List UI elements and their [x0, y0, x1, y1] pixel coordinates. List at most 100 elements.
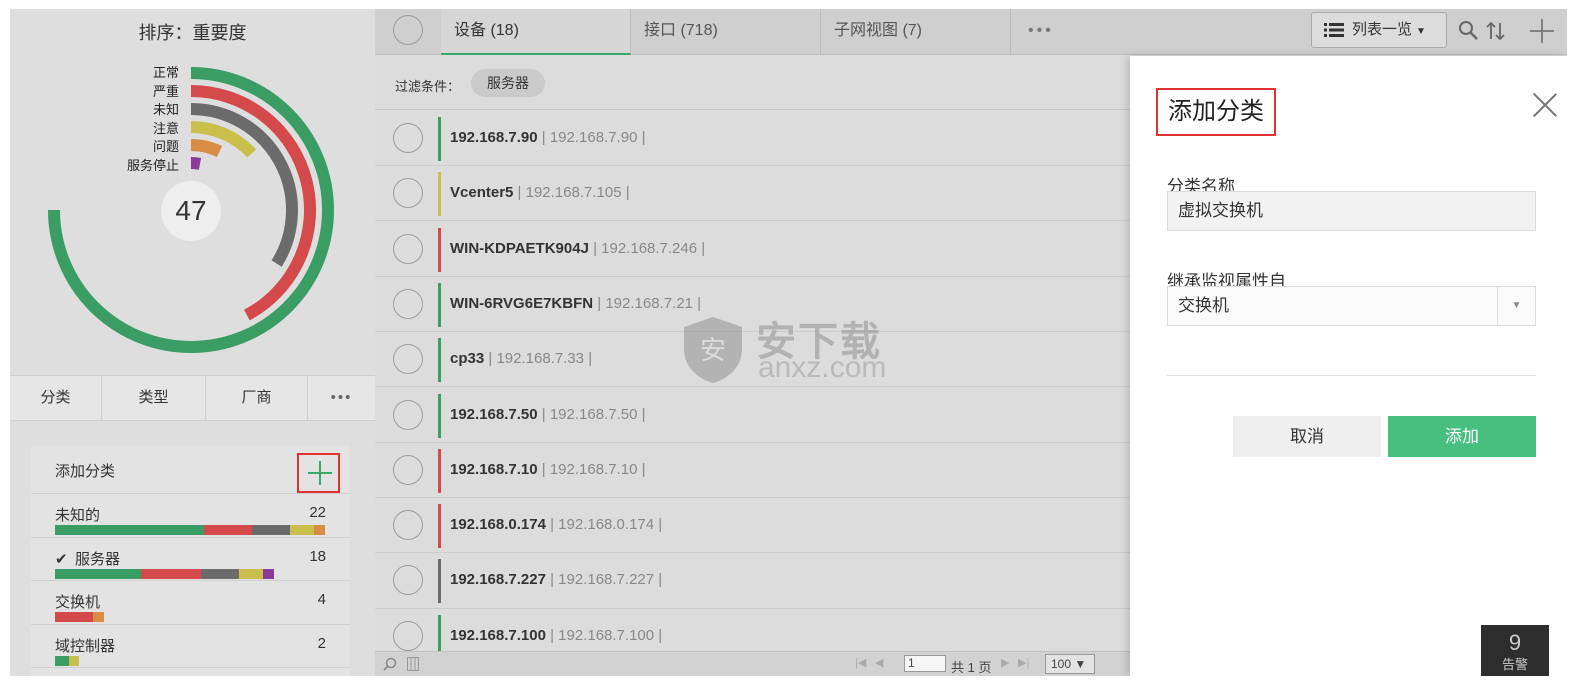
- device-label[interactable]: Vcenter5 | 192.168.7.105 |: [450, 184, 630, 201]
- tab-subnet-view[interactable]: 子网视图 (7): [821, 9, 1011, 55]
- device-ip: 192.168.0.174: [558, 516, 655, 534]
- legend-label: 正常: [152, 65, 179, 80]
- inherit-select[interactable]: 交换机 ▼: [1167, 286, 1536, 326]
- device-label[interactable]: 192.168.0.174 | 192.168.0.174 |: [450, 516, 662, 533]
- inherit-select-value: 交换机: [1178, 296, 1229, 315]
- device-name: WIN-KDPAETK904J: [450, 239, 589, 257]
- row-checkbox[interactable]: [393, 233, 423, 264]
- separator: |: [593, 294, 606, 312]
- divider: [1167, 375, 1536, 376]
- category-name-text: 未知的: [55, 507, 101, 524]
- status-bar-segment: [55, 525, 204, 535]
- category-row[interactable]: ✔ 服务器 18: [31, 538, 350, 581]
- row-checkbox[interactable]: [393, 123, 423, 153]
- status-bar-segment: [141, 568, 201, 579]
- device-name: 192.168.7.50: [450, 405, 538, 423]
- separator: |: [637, 405, 646, 423]
- status-bar: [55, 655, 80, 666]
- status-bar-segment: [238, 568, 263, 579]
- tab-type[interactable]: 类型: [102, 376, 206, 420]
- add-button[interactable]: 添加: [1388, 416, 1536, 457]
- status-indicator: [438, 338, 441, 383]
- left-tabs: 分类 类型 厂商 •••: [10, 375, 375, 421]
- device-label[interactable]: 192.168.7.50 | 192.168.7.50 |: [450, 406, 646, 423]
- category-name-input[interactable]: 虚拟交换机: [1167, 191, 1536, 231]
- device-ip: 192.168.7.10: [549, 460, 638, 478]
- row-checkbox[interactable]: [393, 565, 423, 596]
- search-icon[interactable]: [1458, 20, 1480, 42]
- row-checkbox[interactable]: [393, 620, 423, 651]
- select-all-checkbox[interactable]: [393, 15, 423, 45]
- device-ip: 192.168.7.246: [601, 239, 698, 257]
- row-checkbox[interactable]: [393, 399, 423, 430]
- device-ip: 192.168.7.90: [549, 129, 638, 146]
- view-mode-dropdown[interactable]: 列表一览 ▼: [1311, 12, 1447, 48]
- category-count: 4: [317, 591, 326, 608]
- separator: |: [637, 460, 646, 478]
- page-size-select[interactable]: 100 ▼: [1045, 654, 1095, 674]
- device-label[interactable]: 192.168.7.227 | 192.168.7.227 |: [450, 571, 662, 588]
- separator: |: [545, 626, 559, 644]
- last-page-icon[interactable]: ▶|: [1018, 656, 1029, 669]
- device-ip: 192.168.7.50: [549, 405, 638, 423]
- chevron-down-icon: ▼: [1497, 287, 1535, 325]
- separator: |: [545, 516, 559, 534]
- check-icon: ✔: [55, 550, 68, 568]
- filter-chip[interactable]: 服务器: [471, 69, 545, 97]
- category-row[interactable]: 交换机 4: [31, 581, 350, 625]
- sort-icon[interactable]: [1485, 20, 1507, 42]
- chevron-down-icon: ▼: [1416, 26, 1426, 37]
- row-checkbox[interactable]: [393, 510, 423, 541]
- status-bar-segment: [314, 525, 325, 535]
- status-indicator: [438, 172, 441, 217]
- device-label[interactable]: WIN-6RVG6E7KBFN | 192.168.7.21 |: [450, 295, 701, 312]
- separator: |: [697, 239, 706, 257]
- category-row[interactable]: 域控制器 2: [31, 625, 350, 668]
- cancel-button[interactable]: 取消: [1233, 416, 1381, 457]
- donut-arc[interactable]: [190, 157, 202, 170]
- add-category-drawer: 添加分类 分类名称 虚拟交换机 继承监视属性自 交换机 ▼ 取消 添加: [1130, 56, 1567, 676]
- device-label[interactable]: cp33 | 192.168.7.33 |: [450, 350, 592, 367]
- device-label[interactable]: WIN-KDPAETK904J | 192.168.7.246 |: [450, 240, 705, 257]
- app-window: 排序：重要度 正常 严重 未知 注意 问题 服务停止 47 分类 类型 厂商 ••• 添加…: [10, 9, 1567, 676]
- separator: |: [588, 239, 602, 257]
- row-checkbox[interactable]: [393, 454, 423, 485]
- tab-category[interactable]: 分类: [10, 376, 102, 420]
- row-checkbox[interactable]: [393, 288, 423, 319]
- category-count: 18: [309, 547, 326, 565]
- drawer-title: 添加分类: [1156, 88, 1276, 136]
- device-name: 192.168.0.174: [450, 516, 546, 534]
- watermark: 安 安下载 anxz.com: [678, 309, 908, 399]
- category-name: 域控制器: [55, 635, 115, 656]
- donut-arc[interactable]: [190, 139, 223, 158]
- status-indicator: [438, 393, 441, 438]
- search-icon[interactable]: [383, 657, 397, 671]
- add-icon[interactable]: [1529, 18, 1555, 44]
- next-page-icon[interactable]: ▶: [1001, 656, 1009, 669]
- device-label[interactable]: 192.168.7.100 | 192.168.7.100 |: [450, 627, 662, 644]
- device-name: 192.168.7.100: [450, 626, 546, 644]
- tab-interfaces[interactable]: 接口 (718): [631, 9, 821, 55]
- tab-devices[interactable]: 设备 (18): [441, 9, 631, 55]
- more-tabs-button[interactable]: •••: [1015, 9, 1075, 55]
- alarm-badge[interactable]: 9 告警: [1481, 625, 1549, 676]
- category-row[interactable]: 未知的 22: [31, 494, 350, 538]
- category-name-text: 交换机: [55, 594, 101, 611]
- list-icon: [1324, 23, 1344, 37]
- columns-icon[interactable]: [407, 657, 419, 671]
- first-page-icon[interactable]: |◀: [855, 656, 866, 669]
- tab-vendor[interactable]: 厂商: [206, 376, 308, 420]
- device-ip: 192.168.7.100: [558, 626, 655, 644]
- device-ip: 192.168.7.227: [558, 571, 655, 589]
- row-checkbox[interactable]: [393, 344, 423, 375]
- close-icon[interactable]: [1532, 92, 1558, 118]
- add-category-plus-button[interactable]: [297, 453, 340, 493]
- total-pages: 共 1 页: [951, 660, 992, 675]
- page-number-input[interactable]: 1: [904, 655, 946, 672]
- device-label[interactable]: 192.168.7.10 | 192.168.7.10 |: [450, 461, 646, 478]
- device-label[interactable]: 192.168.7.90 | 192.168.7.90 |: [450, 129, 646, 146]
- category-name: 未知的: [55, 504, 100, 525]
- more-tabs-button[interactable]: •••: [308, 376, 375, 420]
- prev-page-icon[interactable]: ◀: [875, 656, 883, 669]
- row-checkbox[interactable]: [393, 178, 423, 209]
